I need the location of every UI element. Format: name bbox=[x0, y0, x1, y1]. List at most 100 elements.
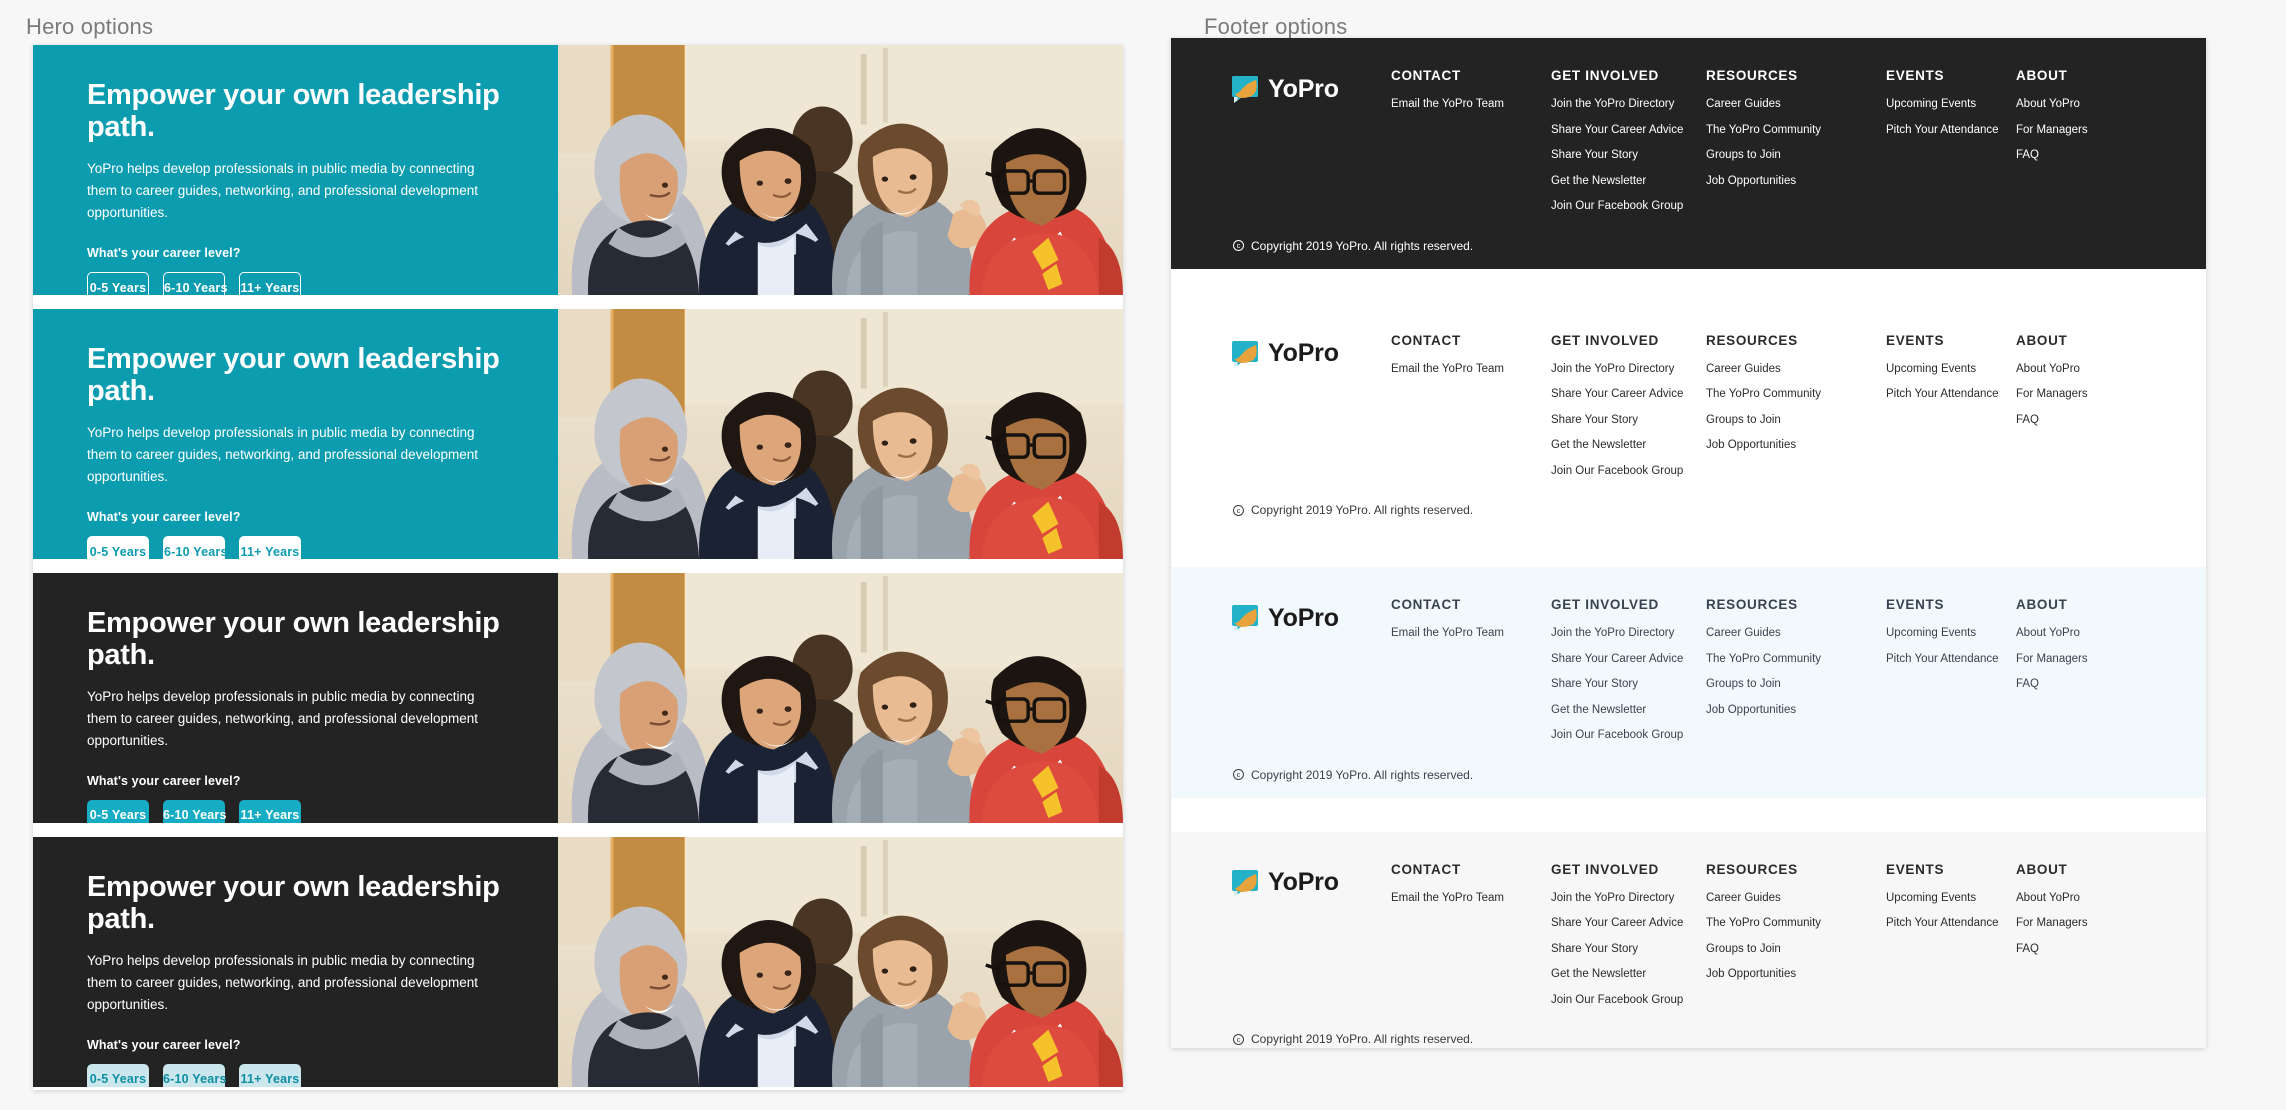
footer-link[interactable]: Pitch Your Attendance bbox=[1886, 653, 2008, 666]
footer-link[interactable]: Join the YoPro Directory bbox=[1551, 98, 1698, 111]
footer-link[interactable]: For Managers bbox=[2016, 124, 2128, 137]
footer-link[interactable]: About YoPro bbox=[2016, 98, 2128, 111]
footer-link[interactable]: Career Guides bbox=[1706, 627, 1878, 640]
footer-link[interactable]: Career Guides bbox=[1706, 363, 1878, 376]
footer-link[interactable]: Groups to Join bbox=[1706, 678, 1878, 691]
career-level-button[interactable]: 0-5 Years bbox=[87, 799, 149, 823]
footer-logo[interactable]: YoPro bbox=[1231, 68, 1391, 213]
footer-link[interactable]: Share Your Story bbox=[1551, 943, 1698, 956]
footer-link[interactable]: FAQ bbox=[2016, 678, 2128, 691]
yopro-logo-icon bbox=[1232, 76, 1258, 103]
footer-column-about: ABOUT About YoPro For Managers FAQ bbox=[2016, 68, 2136, 213]
yopro-logo-lockup[interactable]: YoPro bbox=[1231, 339, 1391, 369]
footer-link[interactable]: Upcoming Events bbox=[1886, 892, 2008, 905]
footer-link[interactable]: Career Guides bbox=[1706, 892, 1878, 905]
footer-link[interactable]: Get the Newsletter bbox=[1551, 175, 1698, 188]
footer-link[interactable]: Groups to Join bbox=[1706, 943, 1878, 956]
footer-link[interactable]: Upcoming Events bbox=[1886, 363, 2008, 376]
career-level-button[interactable]: 6-10 Years bbox=[163, 271, 227, 295]
footer-link[interactable]: FAQ bbox=[2016, 149, 2128, 162]
footer-column-events: EVENTS Upcoming Events Pitch Your Attendan… bbox=[1886, 333, 2016, 478]
footer-link[interactable]: Join Our Facebook Group bbox=[1551, 200, 1698, 213]
footer-link[interactable]: About YoPro bbox=[2016, 627, 2128, 640]
footer-link[interactable]: Share Your Career Advice bbox=[1551, 917, 1698, 930]
hero-text-panel: Empower your own leadership path. YoPro h… bbox=[33, 573, 558, 823]
footer-column-heading: EVENTS bbox=[1886, 597, 1945, 612]
footer-variant-spacer bbox=[1171, 533, 2206, 567]
footer-column-heading: GET INVOLVED bbox=[1551, 68, 1659, 83]
footer-link[interactable]: Email the YoPro Team bbox=[1391, 627, 1543, 640]
footer-link[interactable]: Get the Newsletter bbox=[1551, 439, 1698, 452]
footer-column-about: ABOUT About YoPro For Managers FAQ bbox=[2016, 333, 2136, 478]
footer-link[interactable]: The YoPro Community bbox=[1706, 124, 1878, 137]
career-level-button[interactable]: 11+ Years bbox=[239, 271, 301, 295]
footer-link[interactable]: For Managers bbox=[2016, 653, 2128, 666]
hero-career-level-prompt: What's your career level? bbox=[87, 1037, 241, 1052]
footer-link[interactable]: Email the YoPro Team bbox=[1391, 98, 1543, 111]
career-level-button[interactable]: 11+ Years bbox=[239, 799, 301, 823]
footer-columns: YoPro CONTACT Email the YoPro Team GET INVO… bbox=[1171, 333, 2206, 478]
footer-copyright: c Copyright 2019 YoPro. All rights reserv… bbox=[1171, 239, 2206, 269]
footer-link[interactable]: For Managers bbox=[2016, 388, 2128, 401]
footer-column-about: ABOUT About YoPro For Managers FAQ bbox=[2016, 597, 2136, 742]
footer-link[interactable]: Pitch Your Attendance bbox=[1886, 388, 2008, 401]
footer-column-events: EVENTS Upcoming Events Pitch Your Attendan… bbox=[1886, 68, 2016, 213]
footer-link[interactable]: Join Our Facebook Group bbox=[1551, 994, 1698, 1007]
footer-link[interactable]: The YoPro Community bbox=[1706, 388, 1878, 401]
footer-link[interactable]: FAQ bbox=[2016, 414, 2128, 427]
footer-link[interactable]: Job Opportunities bbox=[1706, 439, 1878, 452]
footer-link[interactable]: Upcoming Events bbox=[1886, 98, 2008, 111]
footer-link[interactable]: Share Your Story bbox=[1551, 149, 1698, 162]
footer-variant-gray: YoPro CONTACT Email the YoPro Team GET INVO… bbox=[1171, 831, 2206, 1048]
footer-link[interactable]: Groups to Join bbox=[1706, 414, 1878, 427]
footer-link[interactable]: Upcoming Events bbox=[1886, 627, 2008, 640]
footer-link[interactable]: Share Your Story bbox=[1551, 414, 1698, 427]
career-level-button[interactable]: 6-10 Years bbox=[163, 799, 226, 823]
career-level-button[interactable]: 11+ Years bbox=[239, 1063, 301, 1087]
footer-logo[interactable]: YoPro bbox=[1231, 862, 1391, 1007]
footer-link[interactable]: Share Your Story bbox=[1551, 678, 1698, 691]
yopro-logo-lockup[interactable]: YoPro bbox=[1231, 603, 1391, 633]
footer-link[interactable]: Share Your Career Advice bbox=[1551, 124, 1698, 137]
hero-heading: Empower your own leadership path. bbox=[87, 607, 500, 672]
footer-link[interactable]: Career Guides bbox=[1706, 98, 1878, 111]
footer-link[interactable]: Email the YoPro Team bbox=[1391, 892, 1543, 905]
footer-link[interactable]: Pitch Your Attendance bbox=[1886, 124, 2008, 137]
career-level-button[interactable]: 11+ Years bbox=[239, 535, 301, 559]
footer-link[interactable]: Pitch Your Attendance bbox=[1886, 917, 2008, 930]
footer-link[interactable]: For Managers bbox=[2016, 917, 2128, 930]
footer-link[interactable]: Share Your Career Advice bbox=[1551, 653, 1698, 666]
footer-copyright-text: Copyright 2019 YoPro. All rights reserve… bbox=[1251, 767, 1474, 782]
hero-heading: Empower your own leadership path. bbox=[87, 79, 500, 144]
footer-column-contact: CONTACT Email the YoPro Team bbox=[1391, 333, 1551, 478]
footer-link[interactable]: Get the Newsletter bbox=[1551, 968, 1698, 981]
footer-link[interactable]: The YoPro Community bbox=[1706, 917, 1878, 930]
footer-link[interactable]: Join the YoPro Directory bbox=[1551, 892, 1698, 905]
career-level-button[interactable]: 6-10 Years bbox=[163, 1063, 226, 1087]
career-level-button[interactable]: 6-10 Years bbox=[163, 535, 227, 559]
footer-link[interactable]: Email the YoPro Team bbox=[1391, 363, 1543, 376]
footer-link[interactable]: Groups to Join bbox=[1706, 149, 1878, 162]
footer-logo[interactable]: YoPro bbox=[1231, 597, 1391, 742]
career-level-button[interactable]: 0-5 Years bbox=[87, 535, 149, 559]
footer-link[interactable]: Job Opportunities bbox=[1706, 704, 1878, 717]
footer-link[interactable]: Join the YoPro Directory bbox=[1551, 363, 1698, 376]
footer-link[interactable]: Job Opportunities bbox=[1706, 175, 1878, 188]
footer-link[interactable]: About YoPro bbox=[2016, 363, 2128, 376]
footer-link[interactable]: Share Your Career Advice bbox=[1551, 388, 1698, 401]
footer-link[interactable]: Join Our Facebook Group bbox=[1551, 729, 1698, 742]
footer-link[interactable]: Join Our Facebook Group bbox=[1551, 465, 1698, 478]
yopro-logo-lockup[interactable]: YoPro bbox=[1231, 868, 1391, 898]
footer-link[interactable]: Get the Newsletter bbox=[1551, 704, 1698, 717]
career-level-button[interactable]: 0-5 Years bbox=[87, 1063, 149, 1087]
footer-link[interactable]: The YoPro Community bbox=[1706, 653, 1878, 666]
footer-link[interactable]: About YoPro bbox=[2016, 892, 2128, 905]
footer-column-heading: GET INVOLVED bbox=[1551, 861, 1659, 877]
career-level-button[interactable]: 0-5 Years bbox=[87, 271, 149, 295]
footer-logo[interactable]: YoPro bbox=[1231, 333, 1391, 478]
footer-link[interactable]: FAQ bbox=[2016, 943, 2128, 956]
footer-link[interactable]: Job Opportunities bbox=[1706, 968, 1878, 981]
footer-link[interactable]: Join the YoPro Directory bbox=[1551, 627, 1698, 640]
footer-copyright-text: Copyright 2019 YoPro. All rights reserve… bbox=[1251, 1032, 1474, 1046]
yopro-logo-lockup[interactable]: YoPro bbox=[1231, 74, 1391, 104]
